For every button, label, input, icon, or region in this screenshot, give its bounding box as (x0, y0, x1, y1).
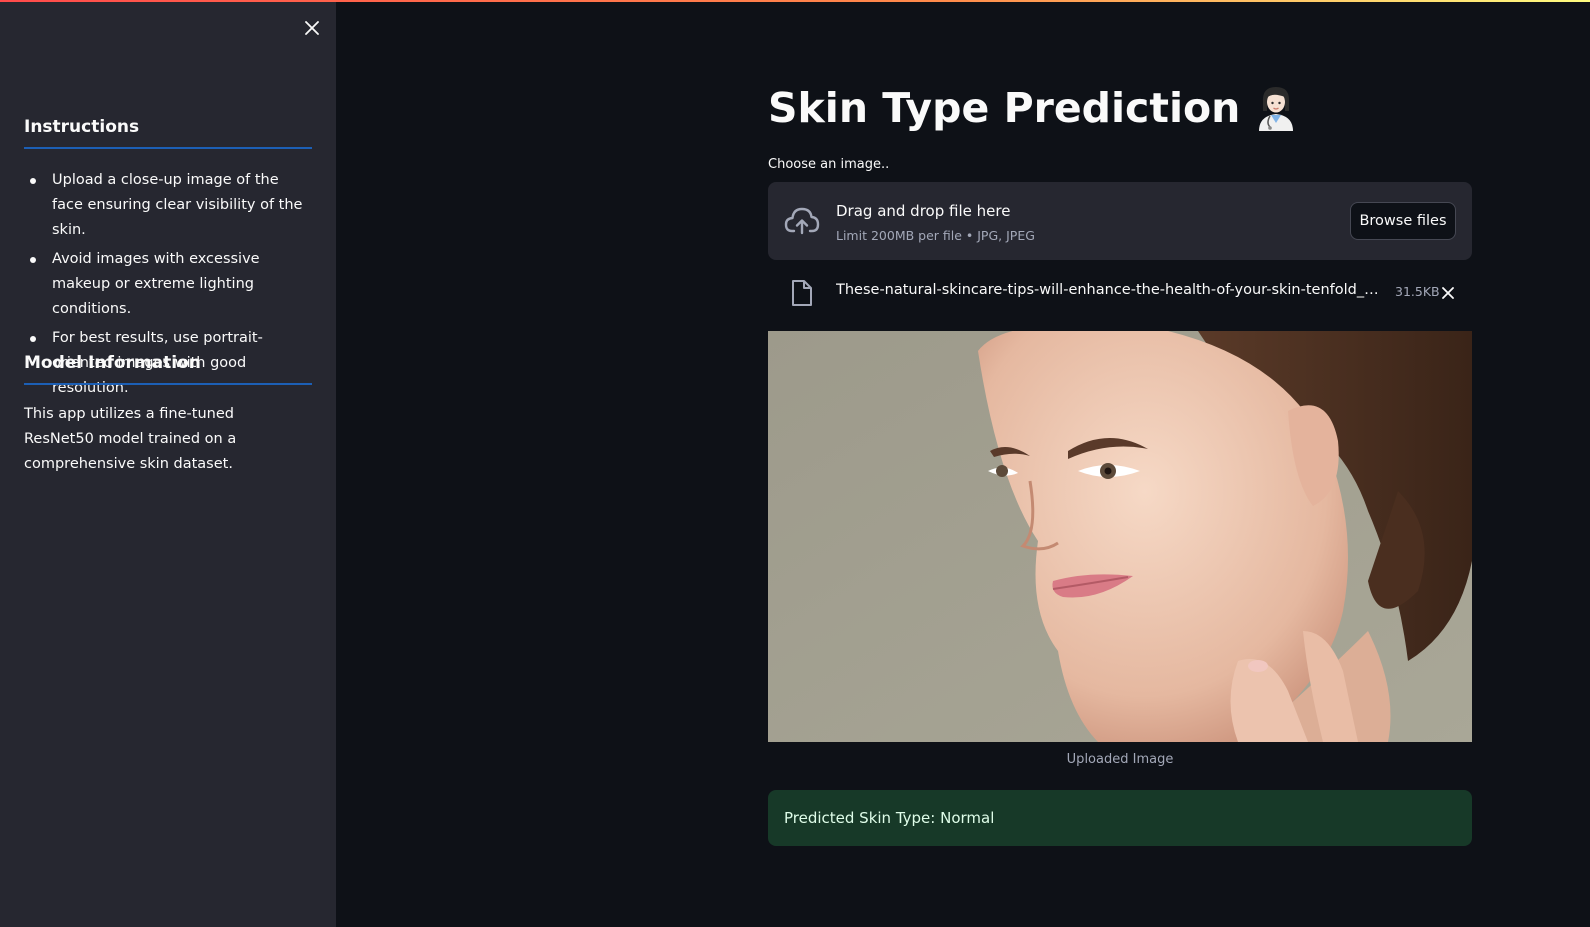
sidebar-close-button[interactable] (300, 16, 324, 40)
model-info-text: This app utilizes a fine-tuned ResNet50 … (24, 406, 237, 472)
list-item: Upload a close-up image of the face ensu… (24, 168, 314, 243)
doctor-emoji-icon (1254, 85, 1298, 131)
uploaded-file-row: These-natural-skincare-tips-will-enhance… (768, 276, 1472, 308)
browse-files-button[interactable]: Browse files (1350, 202, 1456, 240)
uploaded-image (768, 331, 1472, 742)
file-dropzone[interactable]: Drag and drop file here Limit 200MB per … (768, 182, 1472, 260)
dropzone-text: Drag and drop file here (836, 202, 1011, 220)
remove-file-button[interactable] (1438, 283, 1458, 303)
list-item: Avoid images with excessive makeup or ex… (24, 247, 314, 322)
close-icon (1442, 287, 1454, 299)
page-title: Skin Type Prediction (768, 84, 1298, 132)
file-icon (792, 280, 812, 306)
image-caption: Uploaded Image (1066, 752, 1174, 767)
prediction-result-text: Predicted Skin Type: Normal (784, 809, 995, 827)
instructions-heading: Instructions (24, 117, 312, 149)
uploaded-file-size: 31.5KB (1395, 284, 1440, 299)
page-title-text: Skin Type Prediction (768, 84, 1241, 132)
sidebar: Instructions Upload a close-up image of … (0, 2, 336, 927)
cloud-upload-icon (784, 207, 820, 235)
model-info-heading: Model Information (24, 353, 312, 385)
close-icon (305, 21, 319, 35)
prediction-result-alert: Predicted Skin Type: Normal (768, 790, 1472, 846)
dropzone-limit-text: Limit 200MB per file • JPG, JPEG (836, 228, 1035, 243)
uploaded-file-name: These-natural-skincare-tips-will-enhance… (836, 282, 1384, 298)
uploader-label: Choose an image.. (768, 157, 890, 172)
